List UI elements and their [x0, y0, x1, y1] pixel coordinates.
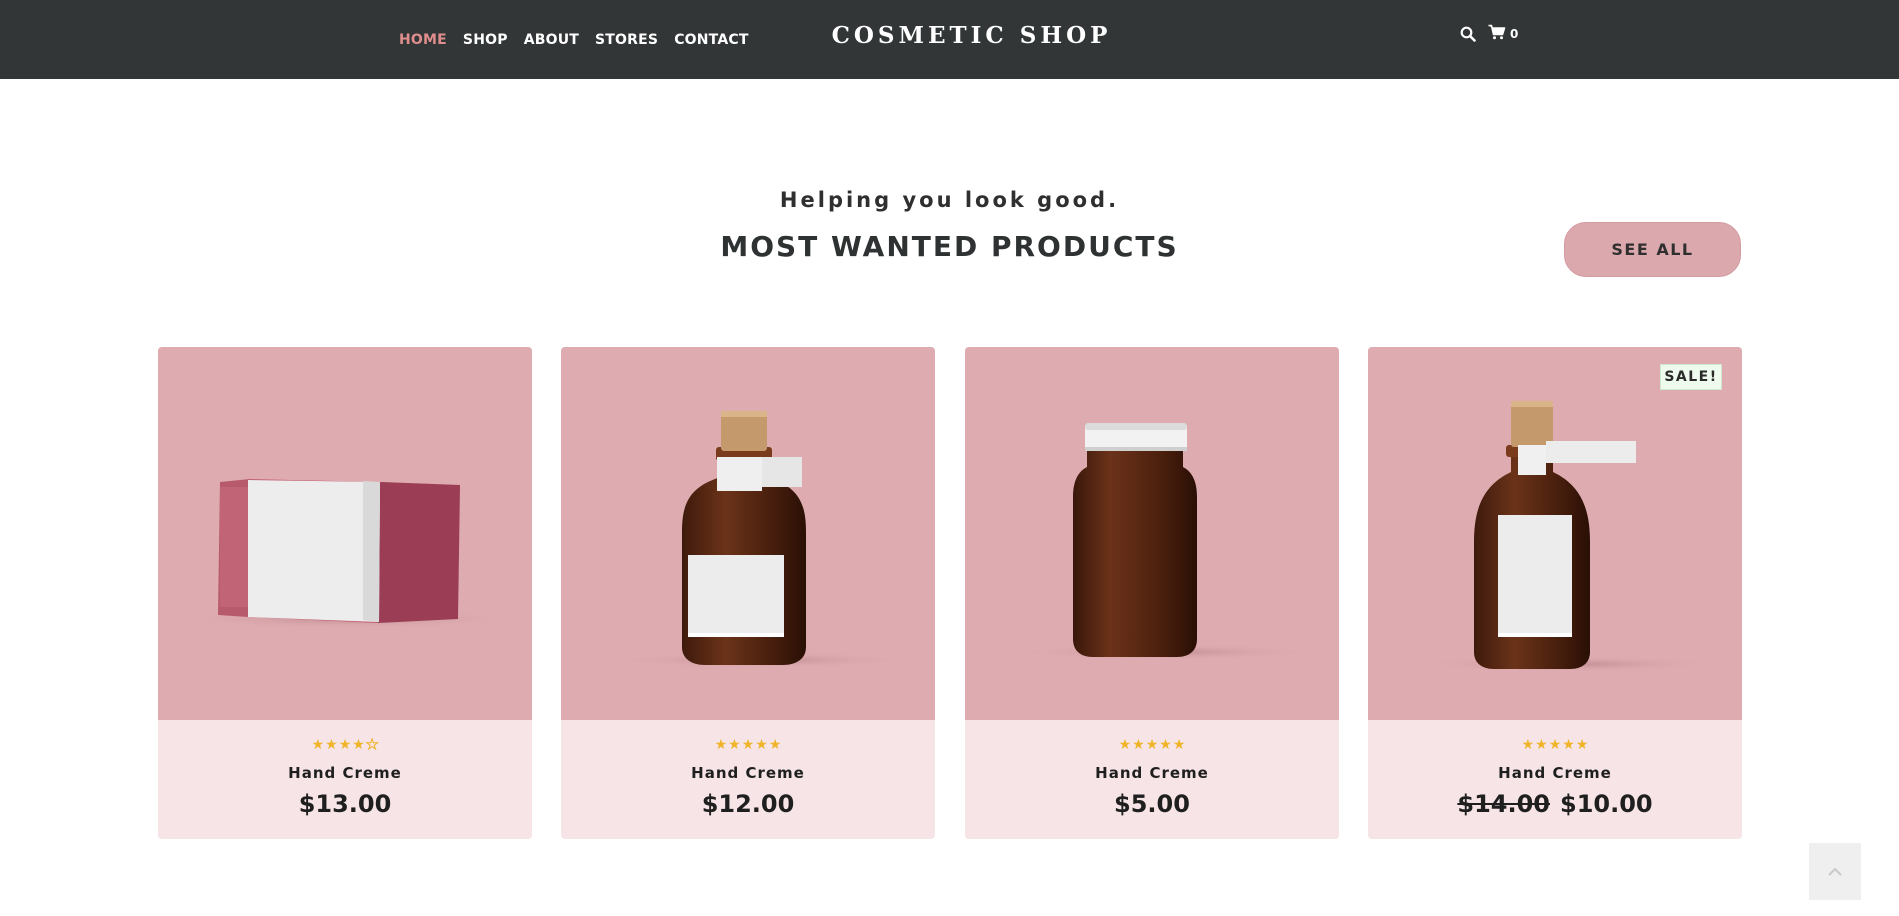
- cart-icon: [1488, 24, 1506, 44]
- product-info: ★ ★ ★ ★ ★ Hand Creme $14.00 $10.00: [1368, 720, 1742, 839]
- price-original: $14.00: [1457, 790, 1550, 818]
- star-icon: ★: [1159, 737, 1172, 753]
- nav-shop[interactable]: SHOP: [463, 32, 508, 48]
- nav-contact[interactable]: CONTACT: [674, 32, 748, 48]
- cart-count: 0: [1510, 27, 1519, 41]
- star-icon: ★: [1118, 737, 1132, 753]
- product-card[interactable]: ★ ★ ★ ★ ★ Hand Creme $5.00: [965, 347, 1339, 839]
- star-icon: ★: [1575, 737, 1589, 753]
- star-icon: ★: [741, 737, 755, 753]
- nav-home[interactable]: HOME: [399, 32, 447, 48]
- product-card[interactable]: ★ ★ ★ ★ ★ Hand Creme $13.00: [158, 347, 532, 839]
- search-icon[interactable]: [1460, 26, 1476, 42]
- price-current: $5.00: [1114, 790, 1190, 818]
- product-info: ★ ★ ★ ★ ★ Hand Creme $13.00: [158, 720, 532, 839]
- header-icons: 0: [1460, 24, 1518, 44]
- product-name[interactable]: Hand Creme: [561, 764, 935, 782]
- site-header: HOME SHOP ABOUT STORES CONTACT COSMETIC …: [0, 0, 1899, 79]
- product-name[interactable]: Hand Creme: [158, 764, 532, 782]
- star-icon: ★: [338, 737, 352, 753]
- product-info: ★ ★ ★ ★ ★ Hand Creme $12.00: [561, 720, 935, 839]
- star-icon: ★: [325, 737, 338, 753]
- star-icon: ★: [1145, 737, 1159, 753]
- star-icon: ★: [728, 737, 741, 753]
- rating-stars: ★ ★ ★ ★ ★: [561, 738, 935, 752]
- star-icon: ★: [1172, 737, 1186, 753]
- star-icon: ★: [755, 737, 768, 753]
- star-empty-icon: ★: [365, 737, 379, 753]
- price-current: $13.00: [298, 790, 392, 818]
- see-all-button[interactable]: SEE ALL: [1564, 222, 1741, 277]
- product-image[interactable]: [1368, 347, 1742, 720]
- product-info: ★ ★ ★ ★ ★ Hand Creme $5.00: [965, 720, 1339, 839]
- rating-stars: ★ ★ ★ ★ ★: [965, 738, 1339, 752]
- product-price: $5.00: [965, 790, 1339, 818]
- star-icon: ★: [714, 737, 728, 753]
- chevron-up-icon: [1827, 862, 1843, 881]
- price-current: $12.00: [701, 790, 795, 818]
- nav-about[interactable]: ABOUT: [524, 32, 579, 48]
- star-icon: ★: [1132, 737, 1145, 753]
- section-tagline: Helping you look good.: [779, 188, 1120, 212]
- price-current: $10.00: [1560, 790, 1653, 818]
- rating-stars: ★ ★ ★ ★ ★: [158, 737, 532, 753]
- nav-stores[interactable]: STORES: [595, 32, 658, 48]
- product-price: $14.00 $10.00: [1368, 790, 1742, 818]
- star-icon: ★: [1535, 737, 1548, 753]
- product-price: $13.00: [158, 790, 532, 818]
- product-price: $12.00: [561, 790, 935, 818]
- site-logo[interactable]: COSMETIC SHOP: [0, 22, 1899, 49]
- star-icon: ★: [1548, 737, 1562, 753]
- sale-badge: SALE!: [1660, 364, 1722, 390]
- star-icon: ★: [352, 737, 365, 753]
- main-nav: HOME SHOP ABOUT STORES CONTACT: [399, 0, 749, 79]
- product-name[interactable]: Hand Creme: [1368, 764, 1742, 782]
- product-image[interactable]: [561, 347, 935, 720]
- star-icon: ★: [1562, 737, 1575, 753]
- star-icon: ★: [1521, 737, 1535, 753]
- star-icon: ★: [768, 737, 782, 753]
- product-card[interactable]: SALE! ★ ★ ★ ★ ★ Hand Creme $14.00 $10.00: [1368, 347, 1742, 839]
- product-card[interactable]: ★ ★ ★ ★ ★ Hand Creme $12.00: [561, 347, 935, 839]
- product-image[interactable]: [965, 347, 1339, 720]
- rating-stars: ★ ★ ★ ★ ★: [1368, 738, 1742, 752]
- product-image[interactable]: [158, 347, 532, 720]
- cart-button[interactable]: 0: [1488, 24, 1518, 44]
- star-icon: ★: [311, 737, 325, 753]
- back-to-top-button[interactable]: [1809, 843, 1861, 900]
- product-name[interactable]: Hand Creme: [965, 764, 1339, 782]
